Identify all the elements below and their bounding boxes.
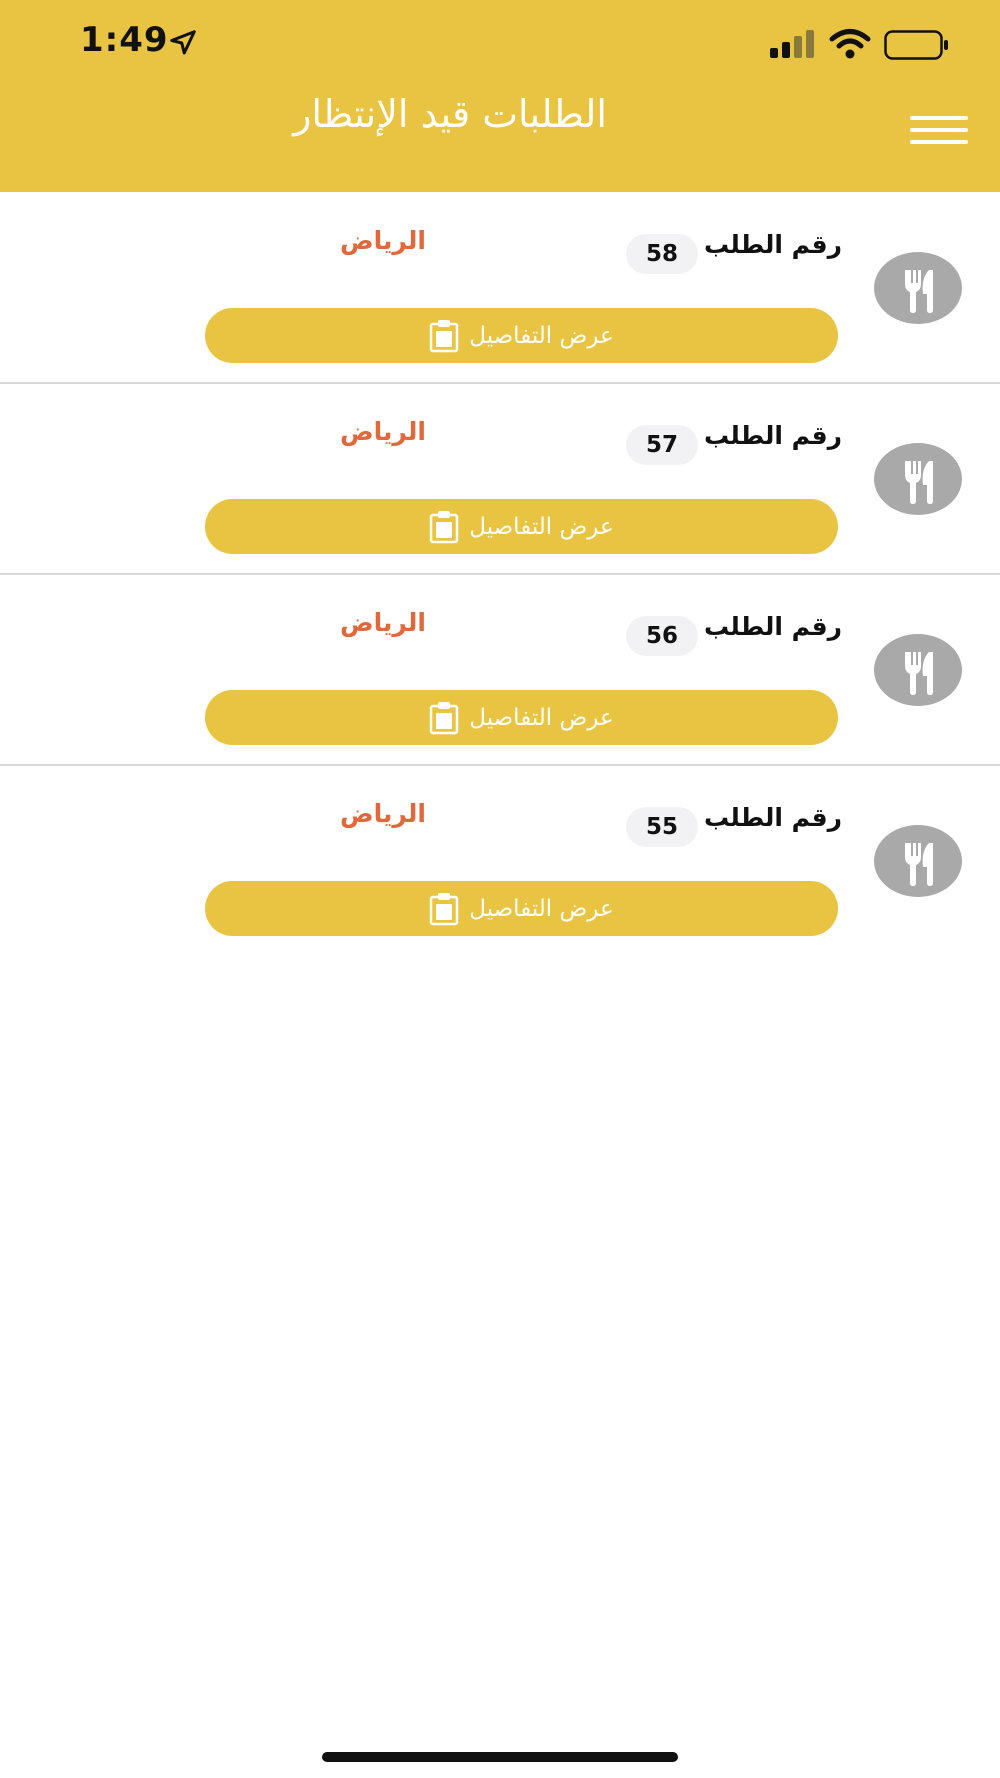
order-number-label: رقم الطلب — [703, 230, 842, 259]
order-city: الرياض — [340, 226, 426, 255]
order-row: رقم الطلب 57 الرياض عرض التفاصيل — [0, 383, 1000, 575]
fork-knife-icon — [905, 270, 933, 313]
order-number-label: رقم الطلب — [703, 421, 842, 450]
wifi-icon — [829, 29, 871, 59]
restaurant-avatar — [874, 443, 962, 515]
order-number-label: رقم الطلب — [703, 803, 842, 832]
restaurant-avatar — [874, 825, 962, 897]
view-details-label: عرض التفاصيل — [469, 895, 614, 922]
view-details-label: عرض التفاصيل — [469, 704, 614, 731]
view-details-label: عرض التفاصيل — [469, 513, 614, 540]
order-number-badge: 56 — [626, 616, 698, 656]
location-arrow-icon — [170, 30, 196, 55]
view-details-button[interactable]: عرض التفاصيل — [205, 308, 838, 363]
fork-knife-icon — [905, 843, 933, 886]
order-row: رقم الطلب 56 الرياض عرض التفاصيل — [0, 574, 1000, 766]
order-number-label: رقم الطلب — [703, 612, 842, 641]
battery-icon — [884, 30, 948, 60]
order-number-badge: 58 — [626, 234, 698, 274]
order-row: رقم الطلب 55 الرياض عرض التفاصيل — [0, 765, 1000, 955]
signal-icon — [770, 30, 814, 58]
view-details-button[interactable]: عرض التفاصيل — [205, 499, 838, 554]
clipboard-icon — [430, 892, 459, 925]
order-row: رقم الطلب 58 الرياض عرض التفاصيل — [0, 192, 1000, 384]
view-details-button[interactable]: عرض التفاصيل — [205, 881, 838, 936]
clipboard-icon — [430, 701, 459, 734]
clipboard-icon — [430, 510, 459, 543]
view-details-button[interactable]: عرض التفاصيل — [205, 690, 838, 745]
fork-knife-icon — [905, 652, 933, 695]
order-city: الرياض — [340, 799, 426, 828]
app-header: 1:49 الطلبات قيد الإنتظار — [0, 0, 1000, 192]
restaurant-avatar — [874, 252, 962, 324]
fork-knife-icon — [905, 461, 933, 504]
clipboard-icon — [430, 319, 459, 352]
order-city: الرياض — [340, 417, 426, 446]
order-number-badge: 57 — [626, 425, 698, 465]
order-number-badge: 55 — [626, 807, 698, 847]
status-time: 1:49 — [80, 20, 169, 60]
home-indicator[interactable] — [322, 1752, 678, 1762]
order-city: الرياض — [340, 608, 426, 637]
view-details-label: عرض التفاصيل — [469, 322, 614, 349]
restaurant-avatar — [874, 634, 962, 706]
page-title: الطلبات قيد الإنتظار — [293, 92, 607, 136]
hamburger-menu-icon[interactable] — [910, 116, 968, 148]
